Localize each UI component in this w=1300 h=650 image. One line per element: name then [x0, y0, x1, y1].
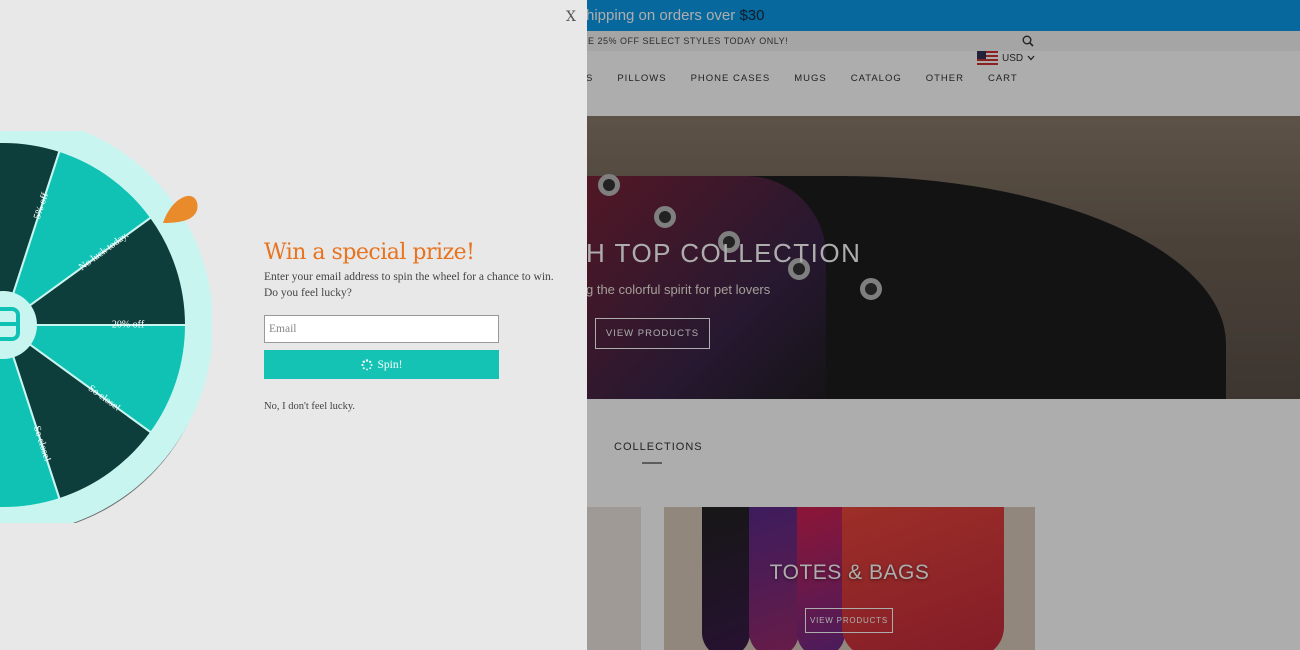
popup-title: Win a special prize!: [264, 240, 475, 265]
prize-wheel: 5% offNo luck today.20% offSo close!So c…: [0, 131, 212, 523]
spinner-icon: [360, 358, 373, 370]
spin-label: Spin!: [377, 358, 403, 371]
email-input[interactable]: [264, 315, 499, 343]
spin-wheel-popup: X 5% off No luck today. 20% off So close! So…: [0, 0, 587, 650]
wheel-segment-label: 20% off: [112, 319, 145, 330]
close-button[interactable]: X: [566, 9, 576, 25]
no-thanks-link[interactable]: No, I don't feel lucky.: [264, 401, 355, 412]
wheel-pointer-icon: [163, 195, 198, 223]
popup-description: Enter your email address to spin the whe…: [264, 271, 554, 299]
spin-button[interactable]: Spin!: [264, 350, 499, 379]
